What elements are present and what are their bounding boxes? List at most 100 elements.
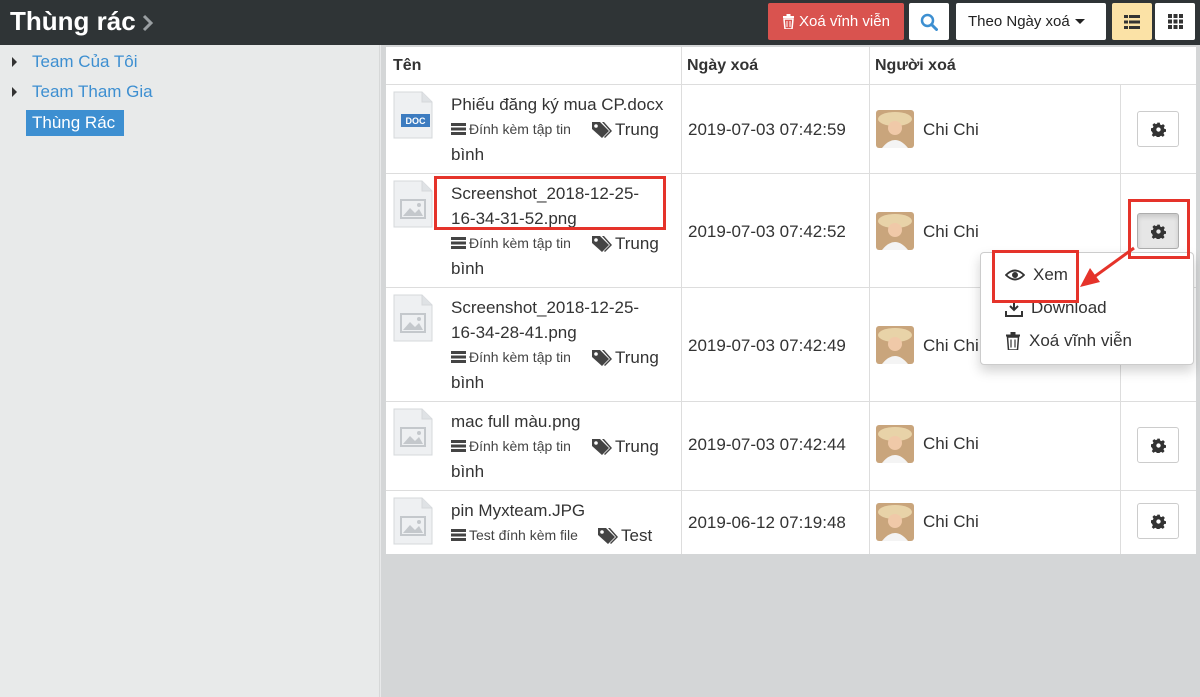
sort-label: Theo Ngày xoá [968,13,1070,30]
file-meta: Đính kèm tập tin [451,235,571,251]
gear-icon [1150,122,1166,137]
image-file-icon [393,294,433,342]
divider [681,47,682,554]
meta-text: Test đính kèm file [469,527,578,543]
deleted-date: 2019-07-03 07:42:52 [688,222,846,241]
tag-text-continued: bình [451,373,485,392]
list-view-icon [1124,14,1140,29]
tag-icon [592,438,612,455]
sidebar-item-trash[interactable]: Thùng Rác [26,110,124,136]
tag-text: Test [621,526,653,545]
file-name[interactable]: Phiếu đăng ký mua CP.docx [451,92,681,117]
file-tag: Trung [591,434,659,459]
tag-icon [592,121,612,138]
file-meta: Đính kèm tập tin [451,349,571,365]
file-meta: Test đính kèm file [451,527,578,543]
gear-icon [1150,438,1166,453]
row-actions-button[interactable] [1137,427,1179,463]
tag-icon [598,527,618,544]
list-icon [451,440,466,452]
tag-text: Trung [615,348,659,367]
tag-icon [592,235,612,252]
divider [386,490,1196,491]
sidebar-item-joined-team[interactable]: Team Tham Gia [32,82,153,102]
trash-icon [1006,332,1020,350]
file-tag: Trung [591,117,659,142]
image-file-icon [393,408,433,456]
tag-text-continued: bình [451,145,485,164]
image-file-icon [393,180,433,228]
tag-text: Trung [615,234,659,253]
tag-icon [592,349,612,366]
divider [869,47,870,554]
list-icon [451,351,466,363]
file-name[interactable]: Screenshot_2018-12-25- 16-34-28-41.png [451,295,681,345]
delete-permanently-button[interactable]: Xoá vĩnh viễn [768,3,904,40]
delete-permanently-label: Xoá vĩnh viễn [799,13,890,30]
expand-arrow-icon[interactable] [12,57,17,67]
sort-dropdown[interactable]: Theo Ngày xoá [956,3,1106,40]
tag-text: Trung [615,437,659,456]
list-icon [451,123,466,135]
avatar [876,503,914,541]
row-actions-button[interactable] [1137,503,1179,539]
tag-text-continued: bình [451,259,485,278]
deleted-date: 2019-07-03 07:42:44 [688,435,846,454]
menu-item-delete-permanently[interactable]: Xoá vĩnh viễn [1005,331,1132,351]
file-tag: Trung [591,231,659,256]
avatar [876,212,914,250]
column-header-deleted-date: Ngày xoá [687,57,759,74]
list-view-button[interactable] [1112,3,1152,40]
highlight-box-view [992,250,1079,303]
file-name[interactable]: mac full màu.png [451,409,681,434]
highlight-box-gear [1128,199,1190,259]
doc-file-icon: DOC [393,91,433,139]
caret-down-icon [1074,19,1085,24]
grid-view-icon [1167,14,1183,29]
list-icon [451,237,466,249]
column-header-name: Tên [393,57,422,74]
chevron-right-icon [142,14,154,32]
deleted-by-user: Chi Chi [923,222,979,241]
tag-text-continued: bình [451,462,485,481]
avatar [876,425,914,463]
page-title: Thùng rác [10,6,136,36]
deleted-by-user: Chi Chi [923,120,979,139]
avatar [876,326,914,364]
deleted-by-user: Chi Chi [923,512,979,531]
doc-badge-label: DOC [406,116,427,126]
deleted-date: 2019-06-12 07:19:48 [688,513,846,532]
search-icon [920,13,938,31]
meta-text: Đính kèm tập tin [469,121,571,137]
avatar [876,110,914,148]
sidebar-item-my-team[interactable]: Team Của Tôi [32,52,138,72]
file-name-line: 16-34-28-41.png [451,323,577,342]
gear-icon [1150,514,1166,529]
trash-icon [783,14,795,29]
sidebar: Team Của Tôi Team Tham Gia Thùng Rác [0,45,380,697]
search-button[interactable] [909,3,949,40]
menu-item-label: Xoá vĩnh viễn [1029,331,1133,350]
deleted-by-user: Chi Chi [923,434,979,453]
file-name-line: Screenshot_2018-12-25- [451,298,640,317]
file-meta: Đính kèm tập tin [451,438,571,454]
meta-text: Đính kèm tập tin [469,438,571,454]
file-name[interactable]: pin Myxteam.JPG [451,498,681,523]
divider [386,401,1196,402]
grid-view-button[interactable] [1155,3,1195,40]
file-meta: Đính kèm tập tin [451,121,571,137]
image-file-icon [393,497,433,545]
deleted-by-user: Chi Chi [923,336,979,355]
row-actions-button[interactable] [1137,111,1179,147]
column-header-deleted-by: Người xoá [875,57,956,74]
file-tag: Test [597,523,652,548]
deleted-date: 2019-07-03 07:42:49 [688,336,846,355]
meta-text: Đính kèm tập tin [469,235,571,251]
deleted-date: 2019-07-03 07:42:59 [688,120,846,139]
expand-arrow-icon[interactable] [12,87,17,97]
divider [386,84,1196,85]
file-tag: Trung [591,345,659,370]
top-bar: Thùng rác Xoá vĩnh viễn Theo Ngày xoá [0,0,1200,45]
highlight-box-file-name [434,176,666,230]
list-icon [451,529,466,541]
